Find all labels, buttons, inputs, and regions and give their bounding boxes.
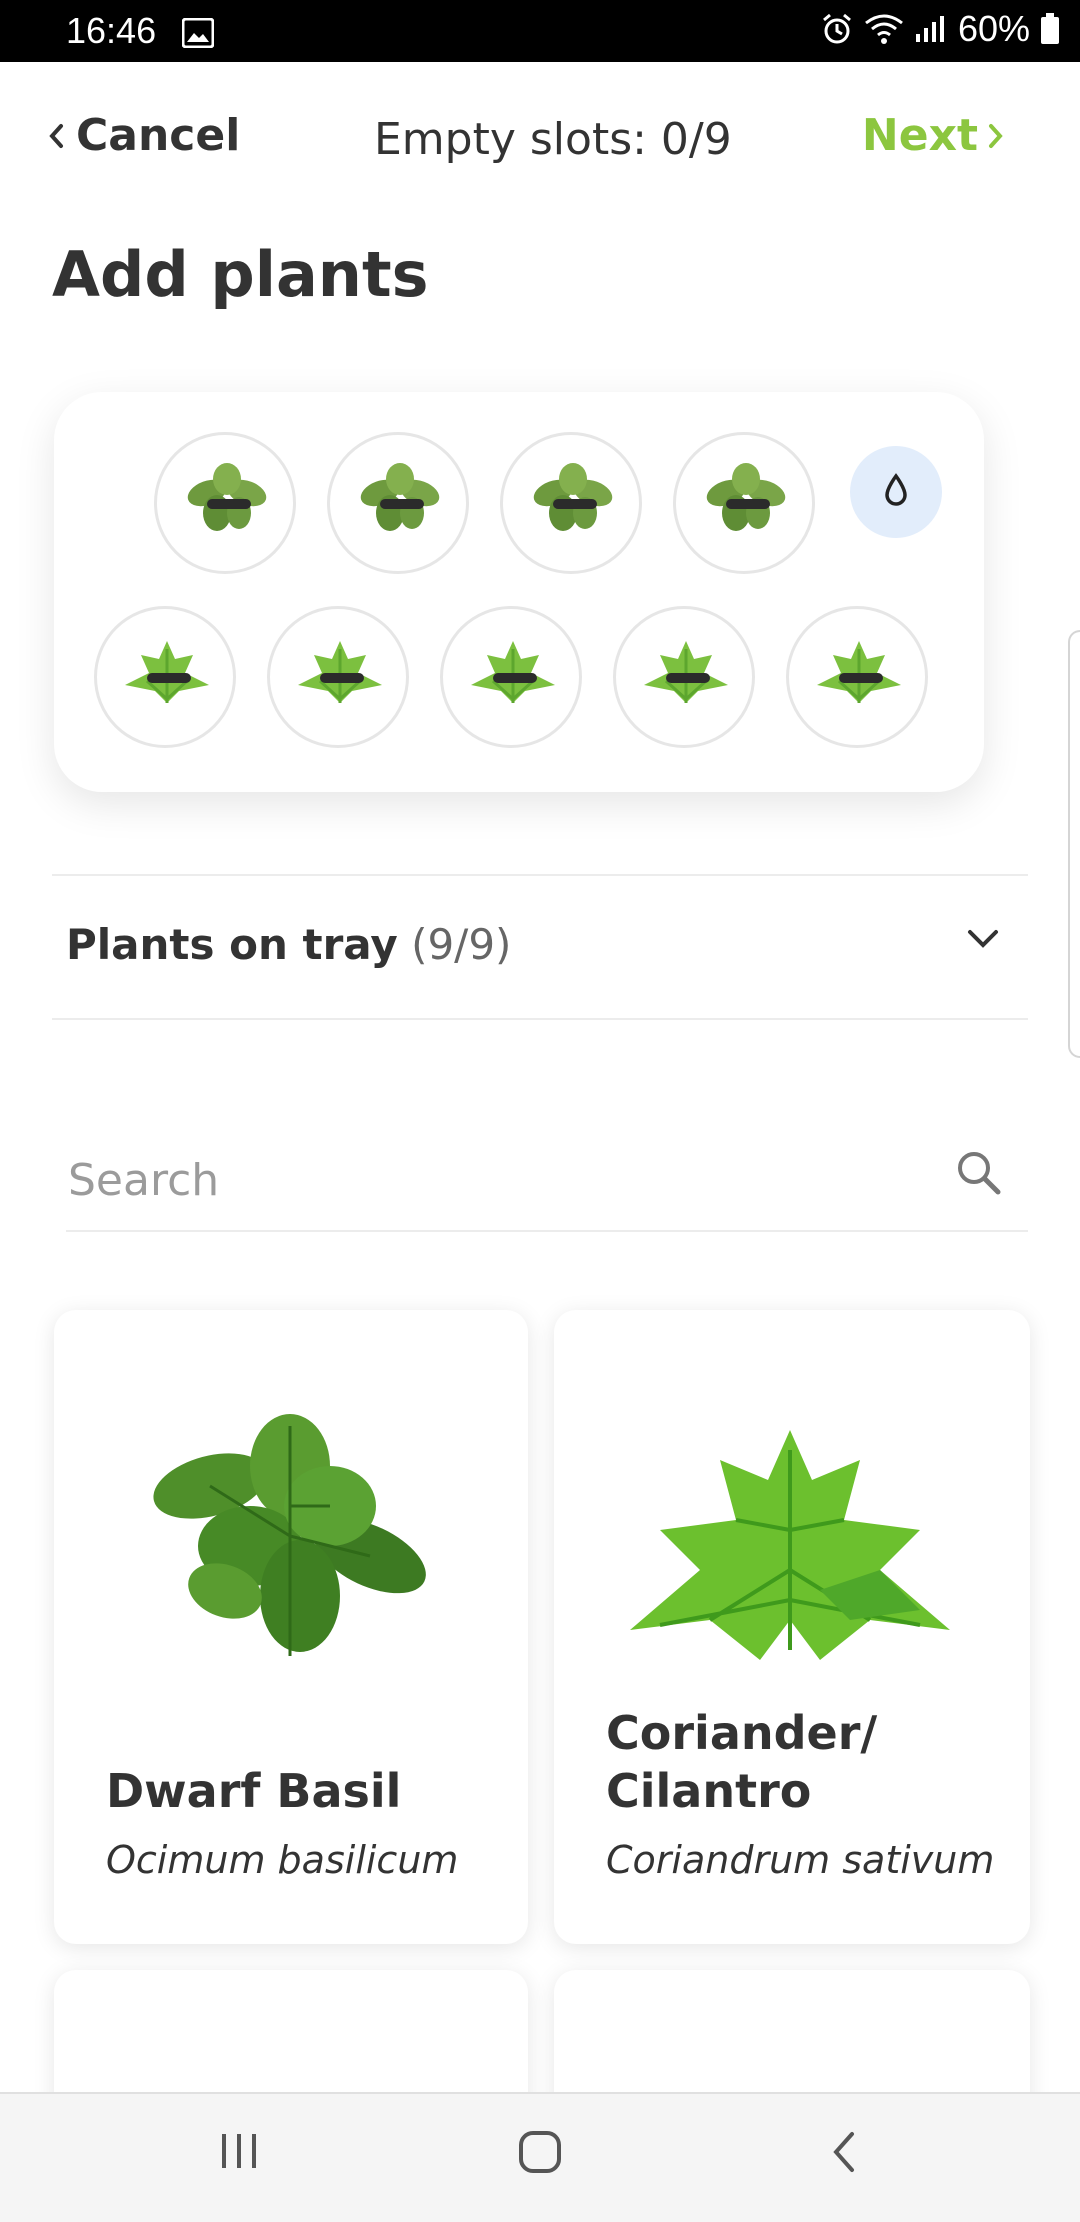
tray-card xyxy=(54,392,984,792)
signal-icon xyxy=(914,14,948,44)
plant-latin-name: Ocimum basilicum xyxy=(106,1838,459,1882)
search-bar xyxy=(66,1134,1028,1232)
plant-name-line-2: Cilantro xyxy=(606,1764,812,1818)
chevron-left-icon xyxy=(48,110,64,161)
tray-slot-1[interactable] xyxy=(154,432,296,574)
remove-bar xyxy=(839,673,883,683)
page-title: Add plants xyxy=(52,238,429,311)
chevron-right-icon xyxy=(988,110,1004,161)
plant-name: Dwarf Basil xyxy=(106,1764,402,1818)
water-drop-icon xyxy=(883,473,909,511)
divider xyxy=(52,1018,1028,1020)
remove-bar xyxy=(553,499,597,509)
cancel-label: Cancel xyxy=(76,110,241,161)
battery-icon xyxy=(1040,13,1060,45)
remove-bar xyxy=(726,499,770,509)
system-navigation-bar xyxy=(0,2092,1080,2222)
top-navigation: Cancel Empty slots: 0/9 Next xyxy=(0,62,1080,222)
chevron-down-icon xyxy=(966,928,1000,954)
remove-bar xyxy=(493,673,537,683)
plants-on-tray-count: (9/9) xyxy=(411,920,512,969)
wifi-icon xyxy=(864,13,904,45)
recent-apps-icon[interactable] xyxy=(216,2128,262,2178)
tray-slot-4[interactable] xyxy=(673,432,815,574)
status-bar: 16:46 60% xyxy=(0,0,1080,62)
plant-card-coriander[interactable]: Coriander/ Cilantro Coriandrum sativum xyxy=(554,1310,1030,1944)
cancel-button[interactable]: Cancel xyxy=(48,110,240,161)
next-label: Next xyxy=(861,110,978,161)
status-time: 16:46 xyxy=(66,10,157,51)
search-input[interactable] xyxy=(66,1144,870,1216)
home-icon[interactable] xyxy=(516,2128,564,2180)
plants-on-tray-toggle[interactable]: Plants on tray (9/9) xyxy=(52,876,1028,1018)
plants-on-tray-label: Plants on tray xyxy=(66,920,398,969)
tray-slot-7[interactable] xyxy=(440,606,582,748)
edge-panel-handle[interactable] xyxy=(1068,630,1080,1058)
basil-image xyxy=(140,1406,440,1690)
remove-bar xyxy=(380,499,424,509)
search-icon[interactable] xyxy=(954,1148,1002,1200)
tray-slot-5[interactable] xyxy=(94,606,236,748)
tray-slot-9[interactable] xyxy=(786,606,928,748)
tray-slot-2[interactable] xyxy=(327,432,469,574)
plant-name: Coriander/ Cilantro xyxy=(606,1704,877,1820)
empty-slots-label: Empty slots: 0/9 xyxy=(374,114,732,165)
remove-bar xyxy=(666,673,710,683)
gallery-icon xyxy=(181,15,215,49)
next-button[interactable]: Next xyxy=(862,110,1004,161)
remove-bar xyxy=(147,673,191,683)
battery-level: 60% xyxy=(957,8,1030,49)
tray-slot-6[interactable] xyxy=(267,606,409,748)
back-icon[interactable] xyxy=(826,2128,862,2180)
plants-on-tray-label-wrap: Plants on tray (9/9) xyxy=(66,920,511,969)
water-button[interactable] xyxy=(850,446,942,538)
alarm-icon xyxy=(820,12,854,46)
tray-slot-3[interactable] xyxy=(500,432,642,574)
plant-latin-name: Coriandrum sativum xyxy=(606,1838,995,1882)
plant-name-line-1: Coriander/ xyxy=(606,1706,878,1760)
remove-bar xyxy=(207,499,251,509)
remove-bar xyxy=(320,673,364,683)
plant-card-dwarf-basil[interactable]: Dwarf Basil Ocimum basilicum xyxy=(54,1310,528,1944)
tray-slot-8[interactable] xyxy=(613,606,755,748)
coriander-image xyxy=(620,1420,960,1684)
